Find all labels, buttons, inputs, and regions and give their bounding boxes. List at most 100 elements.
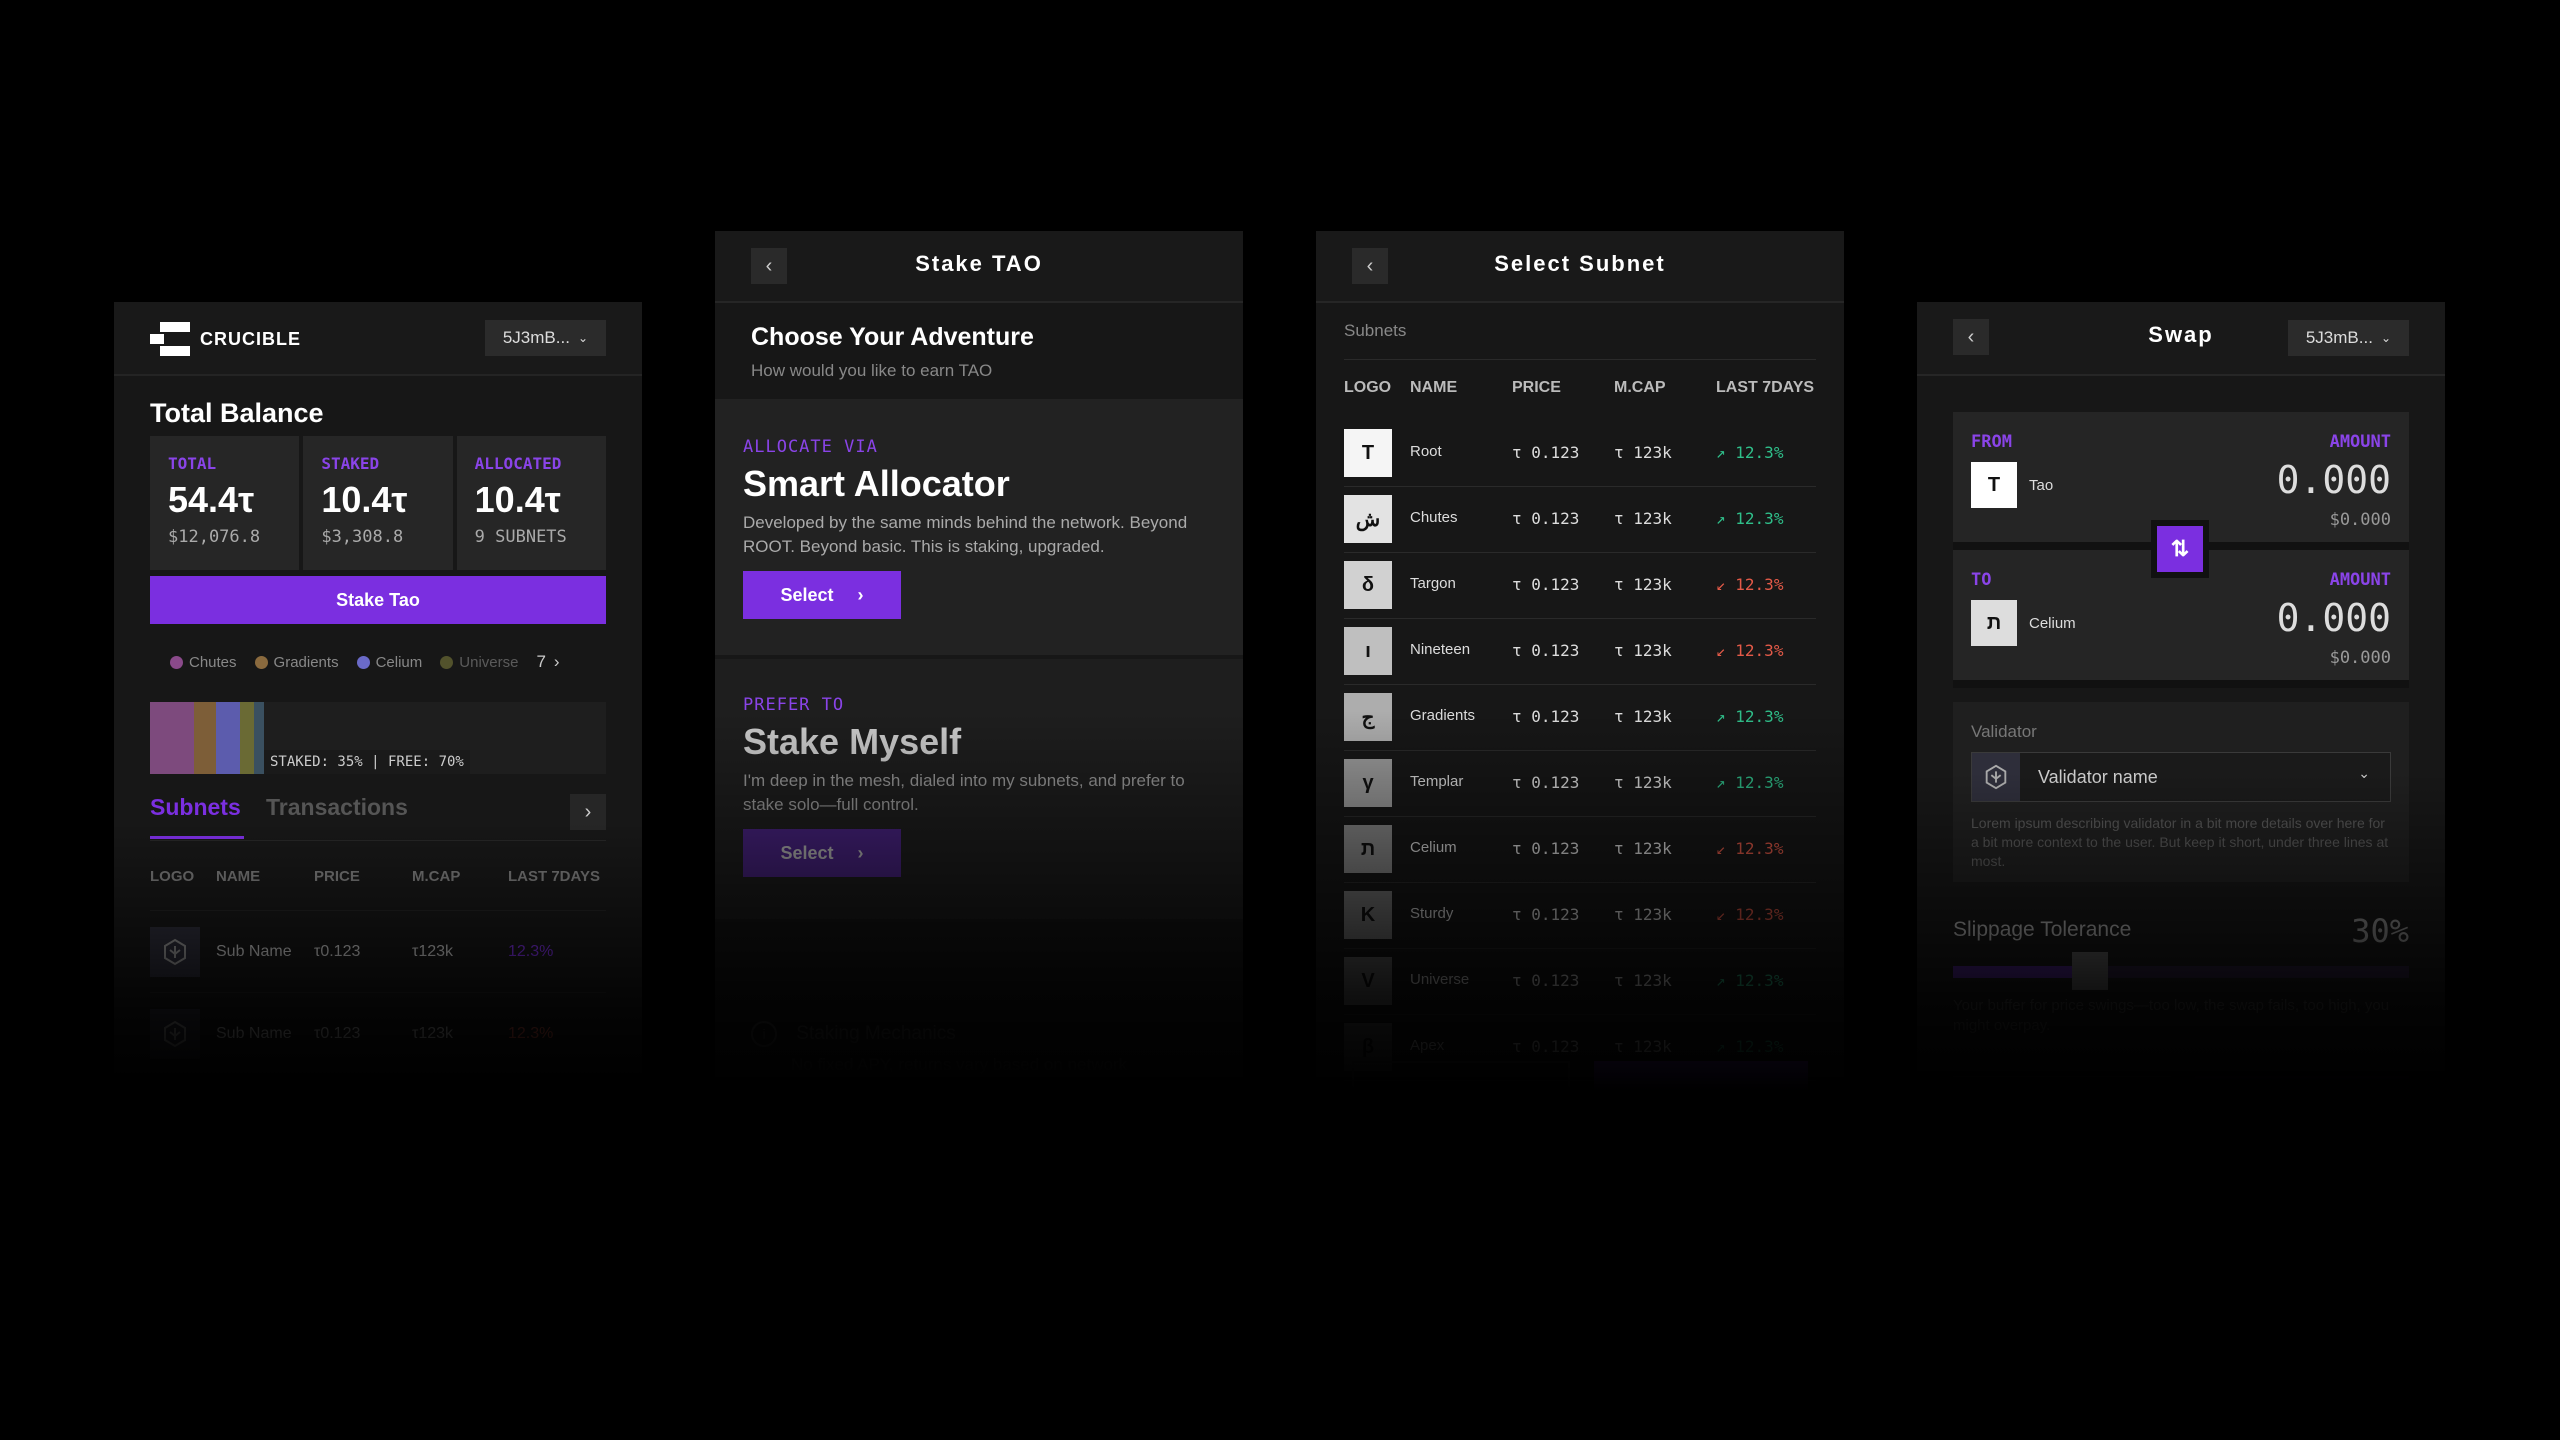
option-description: Developed by the same minds behind the n…: [743, 513, 1188, 556]
legend-item: Universe: [440, 654, 518, 671]
tab-subnets[interactable]: Subnets: [150, 794, 241, 821]
chevron-down-icon: ⌄: [2380, 331, 2391, 345]
subnet-mcap: τ 123k: [1614, 707, 1672, 726]
subnet-price: τ0.123: [314, 943, 361, 960]
balance-stats: TOTAL 54.4τ $12,076.8 STAKED 10.4τ $3,30…: [150, 436, 606, 570]
to-label: TO: [1971, 570, 1992, 590]
amount-input[interactable]: 0.000: [2277, 596, 2391, 640]
col-logo: LOGO: [150, 868, 195, 885]
stat-value: 10.4τ: [321, 479, 408, 520]
stake-tao-header: ‹ Stake TAO: [715, 231, 1243, 303]
subnet-name: Sub Name: [216, 1025, 292, 1042]
trend-up-icon: ↗: [1716, 1037, 1726, 1056]
option-stake-myself[interactable]: PREFER TO Stake Myself I'm deep in the m…: [715, 659, 1243, 919]
allocation-bar: STAKED: 35% | FREE: 70%: [150, 702, 606, 774]
legend-label: Celium: [375, 653, 423, 671]
subnet-price: τ 0.123: [1512, 839, 1580, 858]
subnet-mcap: τ 123k: [1614, 509, 1672, 528]
subnet-logo: ج: [1344, 693, 1392, 741]
col-mcap: M.CAP: [412, 868, 461, 885]
trend-up-icon: ↗: [1716, 773, 1726, 792]
subnet-logo: ش: [1344, 495, 1392, 543]
stat-sub: $3,308.8: [321, 527, 404, 547]
account-dropdown[interactable]: 5J3mB... ⌄: [2287, 320, 2409, 356]
stat-sub: $12,076.8: [168, 527, 261, 547]
option-smart-allocator[interactable]: ALLOCATE VIA Smart Allocator Developed b…: [715, 399, 1243, 655]
subnet-change: 12.3%: [508, 943, 554, 960]
token-name: Celium: [2029, 614, 2076, 632]
table-row[interactable]: K Sturdy τ 0.123 τ 123k ↙ 12.3%: [1344, 883, 1816, 949]
crucible-logo-icon: [150, 322, 190, 356]
option-title: Smart Allocator: [743, 463, 1010, 504]
subnet-name: Celium: [1410, 839, 1457, 856]
subnet-change: ↗ 12.3%: [1716, 971, 1783, 990]
token-selector[interactable]: T Tao: [1971, 462, 2053, 508]
section-label: Subnets: [1344, 321, 1407, 340]
slider-handle[interactable]: [2071, 952, 2108, 990]
crucible-logo: CRUCIBLE: [150, 322, 301, 356]
table-row[interactable]: δ Targon τ 0.123 τ 123k ↙ 12.3%: [1344, 553, 1816, 619]
bottom-buttons: [1352, 1061, 1808, 1091]
table-row[interactable]: ת Celium τ 0.123 τ 123k ↙ 12.3%: [1344, 817, 1816, 883]
select-stake-myself-button[interactable]: Select ›: [743, 829, 901, 877]
subnet-name: Sturdy: [1410, 905, 1454, 922]
table-row[interactable]: γ Templar τ 0.123 τ 123k ↗ 12.3%: [1344, 751, 1816, 817]
col-logo: LOGO: [1344, 379, 1392, 396]
slippage-label: Slippage Tolerance: [1953, 918, 2132, 941]
subnet-mcap: τ 123k: [1614, 905, 1672, 924]
subnet-name: Chutes: [1410, 509, 1458, 526]
legend-more-button[interactable]: 7 ›: [536, 652, 559, 672]
tabs-next-button[interactable]: ›: [570, 794, 606, 830]
change-value: 12.3%: [1735, 575, 1784, 594]
subnet-logo: δ: [1344, 561, 1392, 609]
subnet-price: τ 0.123: [1512, 1037, 1580, 1056]
stat-sub: 9 SUBNETS: [474, 527, 567, 547]
subnet-logo: [150, 927, 200, 977]
page-title: Stake TAO: [915, 251, 1043, 276]
slippage-description: Your buffer for price swings—too low, th…: [1953, 997, 2390, 1034]
select-smart-allocator-button[interactable]: Select ›: [743, 571, 901, 619]
tab-transactions[interactable]: Transactions: [266, 794, 408, 821]
info-icon: i: [751, 1021, 777, 1047]
table-row[interactable]: V Universe τ 0.123 τ 123k ↗ 12.3%: [1344, 949, 1816, 1015]
trend-down-icon: ↙: [1716, 641, 1726, 660]
primary-button[interactable]: [1594, 1061, 1808, 1091]
subnet-name: Targon: [1410, 575, 1456, 592]
table-row[interactable]: ش Chutes τ 0.123 τ 123k ↗ 12.3%: [1344, 487, 1816, 553]
swap-direction-button[interactable]: ⇅: [2151, 520, 2209, 578]
account-label: 5J3mB...: [2305, 328, 2373, 347]
slippage-slider[interactable]: [1953, 952, 2409, 990]
chevron-down-icon: ⌄: [577, 331, 588, 345]
stake-tao-button[interactable]: Stake Tao: [150, 576, 606, 624]
subnet-change: ↙ 12.3%: [1716, 905, 1783, 924]
subnet-tabs: Subnets Transactions ›: [150, 794, 606, 840]
bottom-buttons: [1953, 1076, 2409, 1082]
option-title: Stake Myself: [743, 721, 962, 762]
change-value: 12.3%: [1735, 443, 1784, 462]
stat-card-total: TOTAL 54.4τ $12,076.8: [150, 436, 300, 570]
option-eyebrow: PREFER TO: [743, 695, 845, 715]
subnet-mcap: τ 123k: [1614, 773, 1672, 792]
account-dropdown[interactable]: 5J3mB... ⌄: [484, 320, 606, 356]
primary-button[interactable]: [2195, 1076, 2409, 1082]
tabs-divider: [150, 840, 606, 841]
col-name: NAME: [216, 868, 261, 885]
legend-more-count: 7: [536, 652, 546, 671]
table-row[interactable]: ı Nineteen τ 0.123 τ 123k ↙ 12.3%: [1344, 619, 1816, 685]
table-row[interactable]: Sub Name τ0.123 τ123k 12.3%: [150, 910, 606, 993]
validator-select[interactable]: Validator name ⌄: [1971, 752, 2391, 802]
validator-label: Validator: [1971, 722, 2037, 741]
alloc-segment-free: STAKED: 35% | FREE: 70%: [264, 702, 606, 774]
section-divider: [1344, 359, 1816, 360]
table-row[interactable]: Sub Name τ0.123 τ123k 12.3%: [150, 992, 606, 1075]
change-value: 12.3%: [1735, 641, 1784, 660]
slippage-value: 30%: [2351, 912, 2409, 950]
secondary-button[interactable]: [1352, 1061, 1570, 1091]
amount-input[interactable]: 0.000: [2277, 458, 2391, 502]
trend-up-icon: ↗: [1716, 509, 1726, 528]
token-selector[interactable]: ת Celium: [1971, 600, 2076, 646]
subnet-name: Root: [1410, 443, 1442, 460]
secondary-button[interactable]: [1953, 1076, 2171, 1082]
table-row[interactable]: ج Gradients τ 0.123 τ 123k ↗ 12.3%: [1344, 685, 1816, 751]
table-row[interactable]: T Root τ 0.123 τ 123k ↗ 12.3%: [1344, 421, 1816, 487]
